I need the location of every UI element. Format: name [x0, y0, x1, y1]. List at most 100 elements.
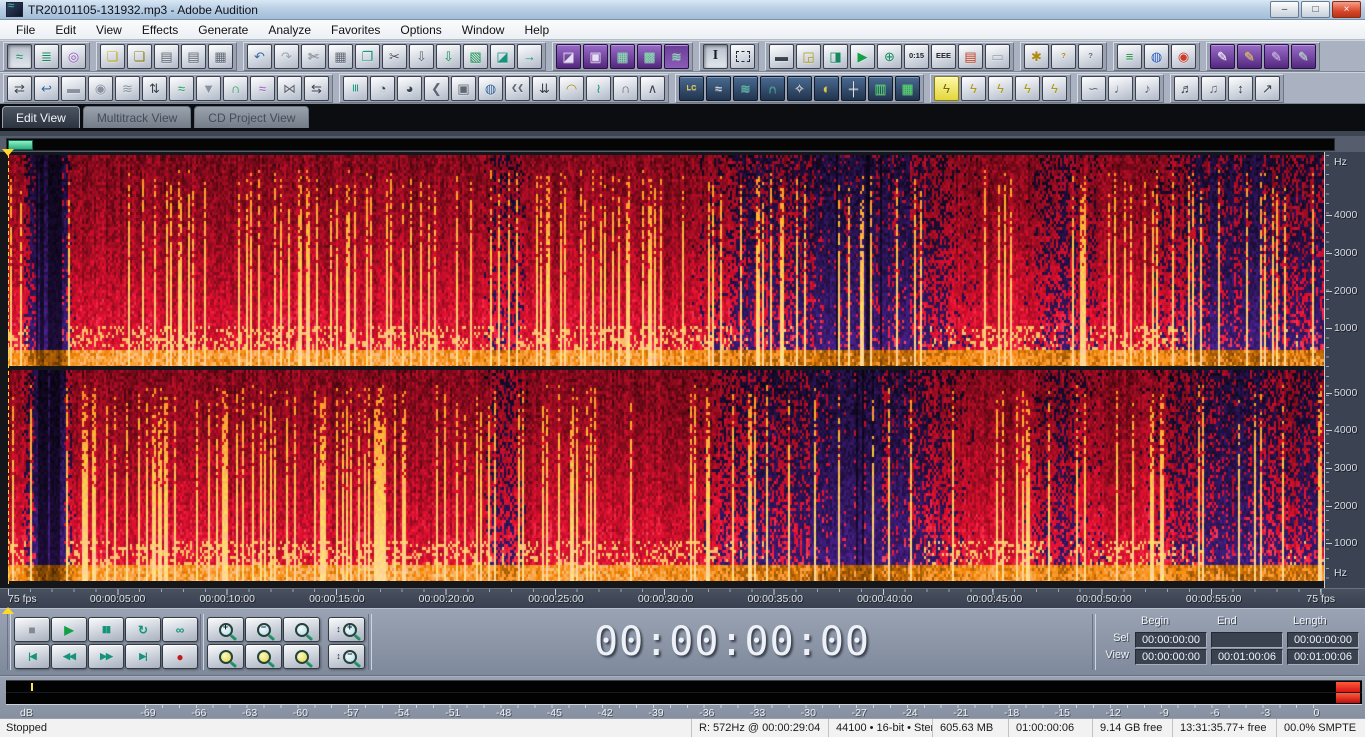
- spectrogram-area[interactable]: Hz4000300020001000Hz50004000300020001000: [0, 152, 1365, 588]
- sel-length-field[interactable]: 00:00:00:00: [1287, 632, 1359, 648]
- menu-file[interactable]: File: [6, 21, 45, 39]
- multitap-delay-button[interactable]: |||: [343, 76, 368, 101]
- normalize-button[interactable]: ≈: [250, 76, 275, 101]
- full-reverb-button[interactable]: ◍: [478, 76, 503, 101]
- music-button[interactable]: ♩: [1108, 76, 1133, 101]
- delay-button[interactable]: ◔: [370, 76, 395, 101]
- organizer-button[interactable]: ≡: [1117, 44, 1142, 69]
- menu-view[interactable]: View: [86, 21, 132, 39]
- click-pop-eliminator-button[interactable]: ϟ: [961, 76, 986, 101]
- paste-button[interactable]: ⇩: [409, 44, 434, 69]
- menu-edit[interactable]: Edit: [45, 21, 86, 39]
- vertical-zoom-in-button[interactable]: ↕+: [328, 617, 365, 642]
- transport-window-button[interactable]: EEE: [931, 44, 956, 69]
- fft-filter-button[interactable]: LC: [679, 76, 704, 101]
- settings-button[interactable]: ✱: [1024, 44, 1049, 69]
- parametric-reverb-button[interactable]: ∩: [613, 76, 638, 101]
- menu-effects[interactable]: Effects: [132, 21, 188, 39]
- auto-click-remover-button[interactable]: ϟ: [1042, 76, 1067, 101]
- dynamics-button[interactable]: ⇊: [532, 76, 557, 101]
- play-cue-button[interactable]: ▶: [850, 44, 875, 69]
- zoom-out-button[interactable]: −: [245, 617, 282, 642]
- scientific-filter-button[interactable]: ✧: [787, 76, 812, 101]
- fade-button[interactable]: ⋈: [277, 76, 302, 101]
- amplitude-funnel-button[interactable]: ▼: [196, 76, 221, 101]
- doppler-shifter-button[interactable]: ♬: [1174, 76, 1199, 101]
- new-file-button[interactable]: ❏: [100, 44, 125, 69]
- draw-fx2-button[interactable]: ✎: [1291, 44, 1316, 69]
- placeholder-window-button[interactable]: ▭: [985, 44, 1010, 69]
- multitrack-view-button[interactable]: ≣: [34, 44, 59, 69]
- frequency-search-button[interactable]: ◉: [1171, 44, 1196, 69]
- frequency-ruler[interactable]: Hz4000300020001000Hz50004000300020001000: [1324, 152, 1365, 588]
- notch-filter-button[interactable]: ┼: [841, 76, 866, 101]
- insert-to-multitrack-button[interactable]: →: [517, 44, 542, 69]
- marquee-selection-tool[interactable]: [730, 44, 755, 69]
- level-meter[interactable]: dB-69-66-63-60-57-54-51-48-45-42-39-36-3…: [0, 676, 1365, 718]
- clip-indicator-left[interactable]: [1336, 682, 1360, 692]
- menu-analyze[interactable]: Analyze: [258, 21, 321, 39]
- pitch-shift-button[interactable]: ↗: [1255, 76, 1280, 101]
- midi-button[interactable]: ♪: [1135, 76, 1160, 101]
- zoom-full-button[interactable]: [283, 617, 320, 642]
- mix-paste-button[interactable]: ◪: [490, 44, 515, 69]
- invert-button[interactable]: ⇅: [142, 76, 167, 101]
- menu-generate[interactable]: Generate: [188, 21, 258, 39]
- play-looped-button[interactable]: ↻: [125, 617, 161, 642]
- graphic-eq-button[interactable]: ≋: [733, 76, 758, 101]
- time-selection-tool[interactable]: I: [703, 44, 728, 69]
- time-ruler[interactable]: 75 fps 75 fps 00:00:05:0000:00:10:0000:0…: [0, 588, 1365, 608]
- zoom-window-button[interactable]: ⊕: [877, 44, 902, 69]
- file-info-button[interactable]: ▬: [769, 44, 794, 69]
- redo-button[interactable]: ↷: [274, 44, 299, 69]
- pitch-bender-button[interactable]: ∧: [640, 76, 665, 101]
- rewind-button[interactable]: ◀◀: [51, 644, 87, 669]
- menu-window[interactable]: Window: [452, 21, 515, 39]
- play-button[interactable]: ▶: [51, 617, 87, 642]
- track-eq-button[interactable]: ▥: [868, 76, 893, 101]
- go-to-beginning-button[interactable]: |◀: [14, 644, 50, 669]
- meters-window-button[interactable]: ▤: [958, 44, 983, 69]
- menu-options[interactable]: Options: [390, 21, 451, 39]
- close-button[interactable]: ×: [1332, 1, 1361, 18]
- spectrogram-left-channel[interactable]: [8, 155, 1325, 366]
- vertical-zoom-out-button[interactable]: ↕−: [328, 644, 365, 669]
- restore-button[interactable]: □: [1301, 1, 1330, 18]
- cd-project-view-button[interactable]: ◎: [61, 44, 86, 69]
- save-as-button[interactable]: ▤: [181, 44, 206, 69]
- quick-filter-button[interactable]: ◐: [814, 76, 839, 101]
- sweeping-phaser-button[interactable]: ◠: [559, 76, 584, 101]
- distortion-button[interactable]: ∽: [1081, 76, 1106, 101]
- copy-button[interactable]: ❐: [355, 44, 380, 69]
- chorus-waves-button[interactable]: ≋: [115, 76, 140, 101]
- chorus-button[interactable]: ≀: [586, 76, 611, 101]
- script-window-button[interactable]: ◨: [823, 44, 848, 69]
- undo-last-button[interactable]: ↩: [34, 76, 59, 101]
- tab-cd-project-view[interactable]: CD Project View: [194, 106, 309, 128]
- tab-edit-view[interactable]: Edit View: [2, 106, 80, 128]
- dynamic-eq-button[interactable]: ≈: [706, 76, 731, 101]
- zoom-selection-right-button[interactable]: [283, 644, 320, 669]
- frequency-space-button[interactable]: ▩: [637, 44, 662, 69]
- edit-view-button[interactable]: ≈: [7, 44, 32, 69]
- clip-restoration-button[interactable]: ϟ: [988, 76, 1013, 101]
- waveform-pan-button[interactable]: ◪: [556, 44, 581, 69]
- paste-to-new-button[interactable]: ⇩: [436, 44, 461, 69]
- spectral-phase-button[interactable]: ▦: [610, 44, 635, 69]
- echo-button[interactable]: ❮: [424, 76, 449, 101]
- hiss-reduction-button[interactable]: ϟ: [1015, 76, 1040, 101]
- frequency-analysis-button[interactable]: ◲: [796, 44, 821, 69]
- cut-button[interactable]: ✂: [382, 44, 407, 69]
- clip-indicator-right[interactable]: [1336, 693, 1360, 703]
- stop-button[interactable]: ■: [14, 617, 50, 642]
- meter-bar[interactable]: [6, 680, 1362, 705]
- zoom-in-button[interactable]: +: [207, 617, 244, 642]
- sel-begin-field[interactable]: 00:00:00:00: [1135, 632, 1207, 648]
- playhead-marker-bottom[interactable]: [2, 607, 14, 614]
- overview-track[interactable]: [6, 138, 1335, 151]
- reverse-button[interactable]: ⇆: [304, 76, 329, 101]
- silence-button[interactable]: ▬: [61, 76, 86, 101]
- zoom-to-selection-button[interactable]: [207, 644, 244, 669]
- spectral-view-button[interactable]: ≋: [664, 44, 689, 69]
- open-file-button[interactable]: ❏: [127, 44, 152, 69]
